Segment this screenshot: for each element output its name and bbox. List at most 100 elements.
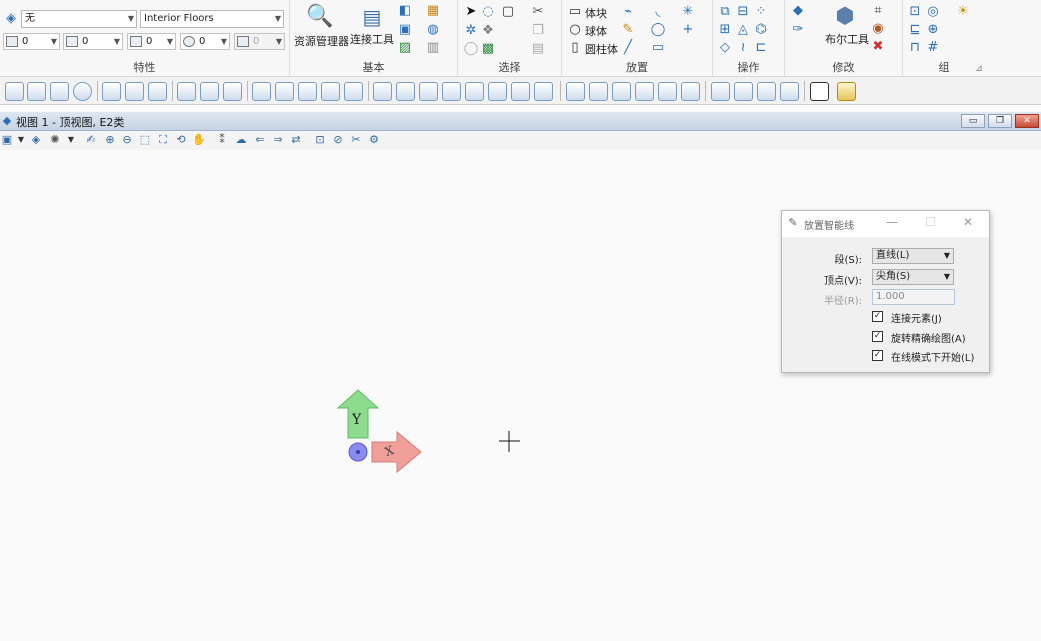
trim-icon[interactable]: ⌗ xyxy=(870,3,886,19)
rotate-view-icon[interactable]: ⟲ xyxy=(174,133,188,147)
copy-element-icon[interactable]: ⧉ xyxy=(717,4,733,20)
color-combo[interactable]: 0 ▼ xyxy=(3,33,60,50)
display-styles-icon[interactable]: ▥ xyxy=(425,40,441,56)
attach-icon[interactable]: ▨ xyxy=(397,40,413,56)
cell-icon[interactable]: ⊑ xyxy=(907,22,923,38)
segment-select[interactable]: 直线(L) ▼ xyxy=(872,248,954,264)
view-previous-icon[interactable]: ⇐ xyxy=(253,133,267,147)
explorer-icon[interactable]: 🔍 xyxy=(305,3,335,31)
dimension-icon[interactable] xyxy=(566,82,585,101)
align-face-icon[interactable] xyxy=(488,82,507,101)
ungroup-icon[interactable]: ⊓ xyxy=(907,40,923,56)
select-all-icon[interactable]: ✲ xyxy=(463,23,479,39)
connect-tools-icon[interactable]: ▤ xyxy=(361,3,383,31)
display-style-icon[interactable]: ◈ xyxy=(29,133,43,147)
window-area-icon[interactable]: ⬚ xyxy=(138,133,152,147)
cylinder-label[interactable]: 圆柱体 xyxy=(585,41,618,57)
radius-input[interactable]: 1.000 xyxy=(872,289,955,305)
zoom-out-icon[interactable]: ⊖ xyxy=(120,133,134,147)
move-parallel-icon[interactable]: ⊟ xyxy=(735,4,751,20)
level-combo[interactable]: 无 ▼ xyxy=(21,10,137,28)
dim-triangle-icon[interactable] xyxy=(658,82,677,101)
view-minimize-button[interactable]: ▭ xyxy=(961,114,985,128)
clip-volume-icon[interactable]: ⊡ xyxy=(313,133,327,147)
sphere-label[interactable]: 球体 xyxy=(585,23,607,39)
shell-icon[interactable] xyxy=(177,82,196,101)
section-icon[interactable]: ✂ xyxy=(349,133,363,147)
file-icon[interactable]: ▣ xyxy=(397,22,413,38)
boolean-label[interactable]: 布尔工具 xyxy=(825,31,869,47)
clear-icon[interactable]: ◯ xyxy=(463,41,479,57)
block-icon[interactable]: ▭ xyxy=(567,4,583,20)
highlight-icon[interactable] xyxy=(837,82,856,101)
plus-icon[interactable]: + xyxy=(680,22,696,38)
line-style-combo[interactable]: 0 ▼ xyxy=(63,33,123,50)
cube-icon[interactable]: ◧ xyxy=(397,3,413,19)
chevron-down-icon[interactable]: ▼ xyxy=(64,133,78,147)
pen-icon[interactable]: ✎ xyxy=(620,22,636,38)
vertex-select[interactable]: 尖角(S) ▼ xyxy=(872,269,954,285)
subtract-icon[interactable] xyxy=(298,82,317,101)
wave-icon[interactable] xyxy=(757,82,776,101)
modify-element-icon[interactable]: ✑ xyxy=(790,22,806,38)
dim-angle-icon[interactable] xyxy=(635,82,654,101)
chevron-down-icon[interactable]: ▼ xyxy=(14,133,28,147)
constraint-icon[interactable] xyxy=(711,82,730,101)
fillet-icon[interactable] xyxy=(321,82,340,101)
view-settings-icon[interactable]: ⚙ xyxy=(367,133,381,147)
select-filter-icon[interactable]: ▩ xyxy=(480,41,496,57)
split-icon[interactable] xyxy=(465,82,484,101)
box-icon[interactable] xyxy=(50,82,69,101)
explorer-label[interactable]: 资源管理器 xyxy=(294,33,349,49)
convert-icon[interactable] xyxy=(534,82,553,101)
taper-icon[interactable] xyxy=(442,82,461,101)
dialog-maximize-button[interactable]: ☐ xyxy=(925,215,936,229)
array-icon[interactable]: ⁘ xyxy=(753,4,769,20)
remove-icon[interactable] xyxy=(511,82,530,101)
scissors-icon[interactable]: ✂ xyxy=(530,4,546,20)
view-close-button[interactable]: ✕ xyxy=(1015,114,1039,128)
dialog-close-button[interactable]: ✕ xyxy=(963,215,973,229)
references-icon[interactable]: ◍ xyxy=(425,22,441,38)
grid-icon[interactable]: # xyxy=(925,40,941,56)
select-fence-icon[interactable]: ◌ xyxy=(480,4,496,20)
mirror-constraint-icon[interactable] xyxy=(780,82,799,101)
fit-view-icon[interactable] xyxy=(810,82,829,101)
slab-icon[interactable] xyxy=(5,82,24,101)
thicken-icon[interactable] xyxy=(200,82,219,101)
face-icon[interactable] xyxy=(373,82,392,101)
cut-solid-icon[interactable] xyxy=(223,82,242,101)
mirror-icon[interactable]: ◇ xyxy=(717,40,733,56)
update-icon[interactable]: ✍ xyxy=(84,133,98,147)
view-next-icon[interactable]: ⇒ xyxy=(271,133,285,147)
paste-icon[interactable]: ▤ xyxy=(530,41,546,57)
dim-radial-icon[interactable] xyxy=(681,82,700,101)
models-icon[interactable]: ▦ xyxy=(425,3,441,19)
intersect-icon[interactable] xyxy=(275,82,294,101)
transparency-combo[interactable]: 0 ▼ xyxy=(180,33,230,50)
extrude-icon[interactable] xyxy=(102,82,121,101)
sweep-icon[interactable] xyxy=(148,82,167,101)
cut-by-curve-icon[interactable] xyxy=(419,82,438,101)
view-attributes-icon[interactable]: ▣ xyxy=(0,133,14,147)
rectangle-icon[interactable]: ▭ xyxy=(650,40,666,56)
delete-icon[interactable]: ✖ xyxy=(870,39,886,55)
fly-icon[interactable]: ☁ xyxy=(234,133,248,147)
zoom-in-icon[interactable]: ⊕ xyxy=(103,133,117,147)
arc-icon[interactable]: ◟ xyxy=(650,4,666,20)
priority-combo[interactable]: 0 ▼ xyxy=(234,33,285,50)
select-group-icon[interactable]: ❖ xyxy=(480,23,496,39)
align-icon[interactable]: ⊏ xyxy=(753,40,769,56)
copy-icon[interactable]: ❐ xyxy=(530,23,546,39)
fit-view-icon[interactable]: ⛶ xyxy=(156,133,170,147)
line-icon[interactable]: ╱ xyxy=(620,40,636,56)
revolve-icon[interactable] xyxy=(125,82,144,101)
connect-tools-label[interactable]: 连接工具 xyxy=(350,31,394,47)
circle-icon[interactable]: ◯ xyxy=(650,22,666,38)
named-group-icon[interactable]: ⊕ xyxy=(925,22,941,38)
bulb-icon[interactable]: ☀ xyxy=(955,4,971,20)
target-icon[interactable]: ◎ xyxy=(925,4,941,20)
smart-line-icon[interactable]: ⌁ xyxy=(620,4,636,20)
clip-mask-icon[interactable]: ⊘ xyxy=(331,133,345,147)
union-icon[interactable] xyxy=(252,82,271,101)
